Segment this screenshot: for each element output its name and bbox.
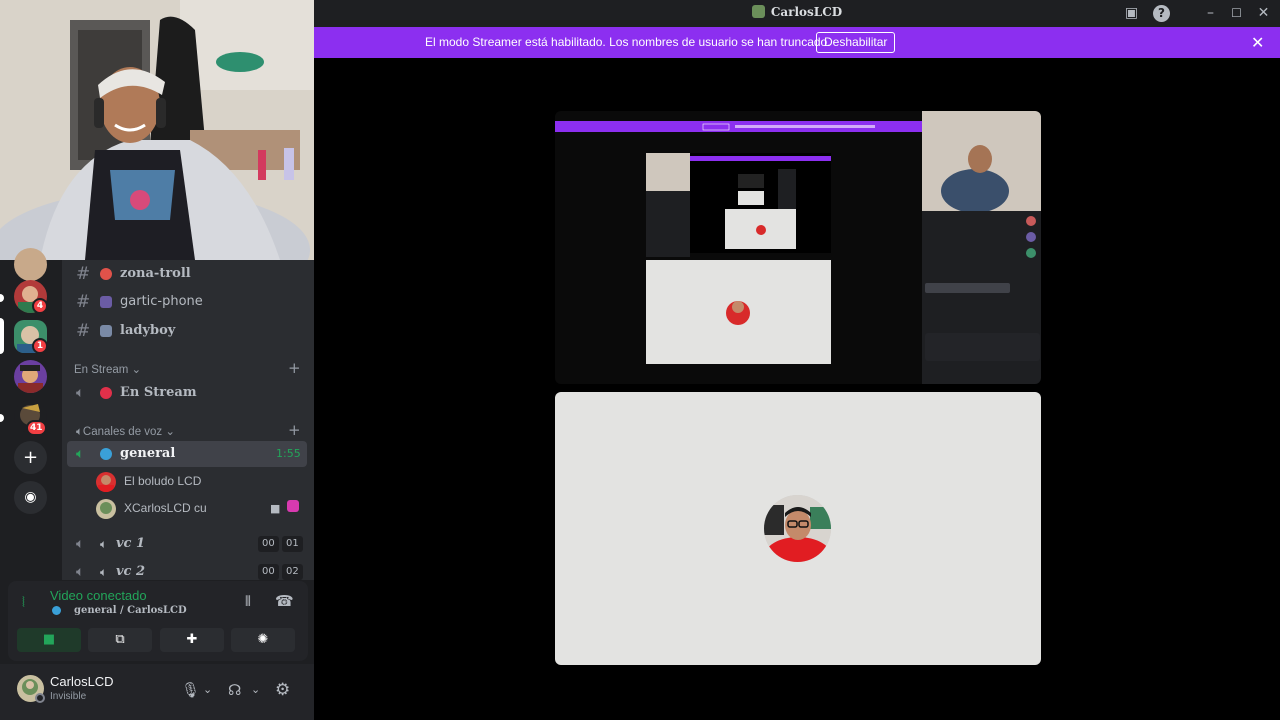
add-server-button[interactable]: + — [14, 441, 47, 474]
user-avatar-large — [764, 495, 831, 562]
text-channel-ladyboy[interactable]: # ladyboy — [74, 318, 306, 344]
hash-icon: # — [76, 264, 91, 284]
category-canales-de-voz[interactable]: 🔈︎Canales de voz ⌄ — [76, 424, 175, 439]
server-icon[interactable] — [14, 248, 47, 281]
voice-user-name: XCarlosLCD cu — [124, 501, 207, 515]
activities-button[interactable]: ✚ — [160, 628, 224, 652]
channel-name: En Stream — [120, 385, 197, 400]
connection-status: Video conectado — [50, 588, 147, 603]
chevron-down-icon[interactable]: ⌄ — [203, 681, 212, 699]
user-count: 00 — [258, 536, 279, 552]
avatar — [96, 499, 116, 519]
close-window-icon[interactable]: ✕ — [1255, 5, 1272, 22]
title-bar: CarlosLCD ▣ ? – ☐ ✕ — [314, 0, 1280, 27]
channel-name: gartic-phone — [120, 294, 203, 309]
speaker-emoji-icon: 🔈︎ — [100, 537, 108, 551]
headphones-icon[interactable]: ☊ — [228, 681, 241, 699]
user-limit: 01 — [282, 536, 303, 552]
banner-text: El modo Streamer está habilitado. Los no… — [425, 35, 831, 49]
category-label: En Stream — [74, 364, 129, 376]
speaker-icon: 🔈︎ — [76, 385, 85, 401]
user-limit: 02 — [282, 564, 303, 580]
mention-badge: 41 — [26, 420, 47, 436]
inbox-icon[interactable]: ▣ — [1123, 5, 1140, 22]
channel-name: ladyboy — [120, 323, 176, 338]
channel-list: # zona-troll # gartic-phone # ladyboy En… — [62, 260, 314, 580]
soundboard-button[interactable]: ✺ — [231, 628, 295, 652]
video-stage — [314, 58, 1280, 720]
mention-badge: 1 — [32, 338, 48, 354]
voice-user-name: El boludo LCD — [124, 474, 202, 488]
username: CarlosLCD — [50, 674, 114, 689]
webcam-overlay — [0, 0, 314, 260]
camera-button[interactable]: ■ — [17, 628, 81, 652]
voice-channel-vc-1[interactable]: 🔈︎ 🔈︎ vc 1 00 01 — [74, 531, 306, 557]
server-rail: 4 1 41 + ◉ — [0, 248, 62, 580]
selected-indicator — [0, 318, 4, 354]
add-channel-icon[interactable]: + — [288, 421, 301, 439]
globe-icon — [52, 606, 61, 615]
channel-emoji-icon — [100, 268, 112, 280]
category-label: Canales de voz — [82, 426, 163, 438]
minimize-icon[interactable]: – — [1202, 5, 1219, 22]
streamer-mode-banner: El modo Streamer está habilitado. Los no… — [314, 27, 1280, 58]
channel-emoji-icon — [100, 325, 112, 337]
text-channel-gartic-phone[interactable]: # gartic-phone — [74, 289, 306, 315]
share-screen-button[interactable]: ⧉ — [88, 628, 152, 652]
speaker-emoji-icon: 🔈︎ — [100, 565, 108, 579]
server-icon[interactable] — [14, 360, 47, 393]
hash-icon: # — [76, 292, 91, 312]
unread-indicator — [0, 414, 4, 422]
gear-icon[interactable]: ⚙ — [275, 681, 290, 699]
chevron-down-icon[interactable]: ⌄ — [251, 681, 260, 699]
voice-channel-en-stream[interactable]: 🔈︎ En Stream — [74, 380, 306, 406]
maximize-icon[interactable]: ☐ — [1228, 5, 1245, 22]
speaker-small-icon: 🔈︎ — [76, 426, 83, 438]
server-logo-icon — [751, 5, 765, 18]
user-panel: CarlosLCD Invisible 🎙︎ ⌄ ☊ ⌄ ⚙ — [0, 664, 314, 720]
globe-icon — [100, 448, 112, 460]
discord-window: CarlosLCD ▣ ? – ☐ ✕ El modo Streamer est… — [0, 0, 1280, 720]
speaker-icon: 🔈︎ — [76, 446, 85, 462]
signal-icon[interactable]: ⦚ — [22, 595, 25, 611]
channel-name: vc 1 — [116, 536, 146, 551]
live-stream-icon — [287, 500, 299, 512]
video-camera-icon: ■ — [270, 502, 281, 515]
hash-icon: # — [76, 321, 91, 341]
microphone-icon[interactable]: 🎙︎ — [181, 681, 200, 699]
webcam-image — [0, 0, 314, 260]
soundboard-icon[interactable]: ⫴ — [245, 594, 251, 610]
window-title-text: CarlosLCD — [770, 5, 843, 19]
status-indicator — [35, 693, 45, 703]
disable-streamer-mode-button[interactable]: Deshabilitar — [816, 32, 896, 53]
channel-emoji-icon — [100, 296, 112, 308]
chevron-down-icon: ⌄ — [165, 426, 176, 438]
user-avatar-image — [764, 495, 831, 562]
channel-name: zona-troll — [120, 266, 191, 281]
close-banner-icon[interactable]: ✕ — [1251, 33, 1264, 52]
category-en-stream[interactable]: En Stream ⌄ — [74, 362, 141, 376]
call-timer: 1:55 — [276, 447, 301, 460]
mention-badge: 4 — [32, 298, 48, 314]
text-channel-zona-troll[interactable]: # zona-troll — [74, 261, 306, 287]
user-video-tile[interactable] — [555, 392, 1041, 665]
screen-share-preview — [555, 111, 1041, 384]
channel-emoji-icon — [100, 387, 112, 399]
voice-connection-panel: ⦚ Video conectado general / CarlosLCD ⫴ … — [8, 581, 308, 661]
avatar — [96, 472, 116, 492]
connection-location: general / CarlosLCD — [74, 605, 187, 616]
disconnect-icon[interactable]: ☎ — [275, 592, 294, 610]
speaker-icon: 🔈︎ — [76, 536, 85, 552]
discover-servers-button[interactable]: ◉ — [14, 481, 47, 514]
channel-name: general — [120, 446, 176, 461]
screen-share-tile[interactable] — [555, 111, 1041, 384]
help-icon[interactable]: ? — [1153, 5, 1170, 22]
chevron-down-icon: ⌄ — [131, 364, 142, 376]
user-count: 00 — [258, 564, 279, 580]
voice-channel-general[interactable]: 🔈︎ general 1:55 — [74, 441, 306, 467]
user-status: Invisible — [50, 691, 87, 702]
add-channel-icon[interactable]: + — [288, 359, 301, 377]
unread-indicator — [0, 294, 4, 302]
